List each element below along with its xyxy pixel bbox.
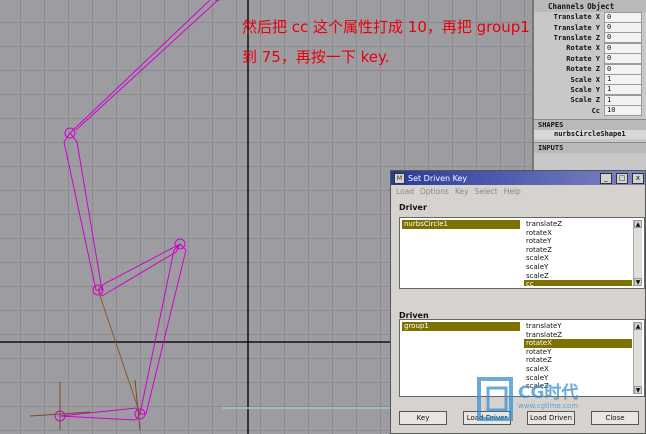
cgtime-watermark: CG时代 www.cgtime.com	[474, 372, 646, 434]
list-item[interactable]: rotateZ	[524, 356, 632, 365]
attribute-row[interactable]: Scale Y 1	[534, 84, 646, 96]
attribute-label: Translate Z	[553, 33, 600, 42]
attribute-value-field[interactable]: 0	[604, 63, 642, 75]
inputs-header: INPUTS	[534, 141, 646, 153]
cgtime-logo-icon	[477, 377, 513, 421]
list-item[interactable]: nurbsCircle1	[402, 220, 520, 229]
driver-label: Driver	[399, 203, 427, 212]
attribute-row[interactable]: Rotate Y 0	[534, 53, 646, 65]
attribute-value-field[interactable]: 0	[604, 42, 642, 54]
watermark-brand: CG时代	[518, 383, 579, 403]
attribute-value-field[interactable]: 0	[604, 11, 642, 23]
menu-key[interactable]: Key	[455, 187, 469, 196]
minimize-icon[interactable]: _	[600, 172, 612, 184]
driver-attribute-list[interactable]: translateZ rotateX rotateY rotateZ scaleX sca…	[524, 220, 632, 286]
watermark-url: www.cgtime.com	[518, 402, 579, 410]
attribute-row[interactable]: Translate Z 0	[534, 32, 646, 44]
scroll-up-icon[interactable]: ▲	[634, 220, 642, 228]
list-item[interactable]: rotateY	[524, 348, 632, 357]
maximize-icon[interactable]: □	[616, 172, 628, 184]
list-item[interactable]: scaleY	[524, 263, 632, 272]
attribute-value-field[interactable]: 10	[604, 105, 642, 117]
attribute-label: Cc	[591, 106, 600, 115]
window-title: Set Driven Key	[408, 173, 468, 183]
menu-load[interactable]: Load	[396, 187, 414, 196]
attribute-value-field[interactable]: 0	[604, 22, 642, 34]
shape-name[interactable]: nurbsCircleShape1	[534, 129, 646, 139]
list-item[interactable]: translateZ	[524, 331, 632, 340]
menu-options[interactable]: Options	[420, 187, 449, 196]
tab-channels[interactable]: Channels	[548, 2, 584, 11]
attribute-value-field[interactable]: 1	[604, 94, 642, 106]
attribute-row[interactable]: Translate Y 0	[534, 22, 646, 34]
attribute-label: Translate Y	[553, 23, 600, 32]
list-item[interactable]: translateY	[524, 322, 632, 331]
attribute-row[interactable]: Scale Z 1	[534, 94, 646, 106]
bone	[63, 132, 103, 291]
attribute-row[interactable]: Rotate Z 0	[534, 63, 646, 75]
bone	[75, 0, 219, 131]
close-icon[interactable]: x	[632, 172, 644, 184]
list-item[interactable]: rotateX	[524, 339, 632, 348]
scroll-down-icon[interactable]: ▼	[634, 278, 642, 286]
attribute-row[interactable]: Scale X 1	[534, 74, 646, 86]
tab-object[interactable]: Object	[587, 2, 614, 11]
attribute-label: Translate X	[553, 13, 600, 22]
list-item[interactable]: scaleZ	[524, 272, 632, 281]
bone	[97, 242, 182, 297]
window-title-bar[interactable]: M Set Driven Key _ □ x	[391, 171, 645, 185]
list-item[interactable]: translateZ	[524, 220, 632, 229]
attribute-value-field[interactable]: 0	[604, 32, 642, 44]
attribute-value-field[interactable]: 1	[604, 74, 642, 86]
attribute-label: Rotate Y	[566, 54, 600, 63]
attribute-value-field[interactable]: 0	[604, 53, 642, 65]
ik-handle-line	[97, 289, 141, 415]
driver-object-list[interactable]: nurbsCircle1	[402, 220, 520, 286]
scroll-up-icon[interactable]: ▲	[634, 322, 642, 330]
bone	[59, 407, 141, 421]
key-button[interactable]: Key	[399, 411, 447, 425]
shapes-header: SHAPES	[534, 118, 646, 130]
maya-icon: M	[394, 172, 405, 184]
attribute-value-field[interactable]: 1	[604, 84, 642, 96]
list-item[interactable]: rotateZ	[524, 246, 632, 255]
attribute-label: Scale X	[570, 75, 600, 84]
menu-help[interactable]: Help	[504, 187, 521, 196]
list-item[interactable]: scaleX	[524, 254, 632, 263]
channel-box-tabs: Channels Object	[534, 0, 646, 12]
attribute-label: Scale Z	[570, 96, 600, 105]
channel-box: Channels Object Translate X 0 Translate Y 0…	[532, 0, 646, 170]
list-item[interactable]: rotateX	[524, 229, 632, 238]
bone	[69, 0, 211, 134]
attribute-label: Rotate X	[566, 44, 600, 53]
driver-scrollbar[interactable]: ▲ ▼	[633, 220, 642, 286]
attribute-row[interactable]: Cc 10	[534, 105, 646, 117]
locator-line	[134, 379, 141, 431]
list-item[interactable]: group1	[402, 322, 520, 331]
menu-select[interactable]: Select	[475, 187, 498, 196]
attribute-row[interactable]: Translate X 0	[534, 11, 646, 23]
attribute-list: Translate X 0 Translate Y 0 Translate Z 0 Rota…	[534, 11, 646, 117]
list-item[interactable]: cc	[524, 280, 632, 286]
menu-bar: Load Options Key Select Help	[391, 185, 645, 198]
attribute-row[interactable]: Rotate X 0	[534, 42, 646, 54]
list-item[interactable]: rotateY	[524, 237, 632, 246]
attribute-label: Rotate Z	[566, 65, 600, 74]
driver-panel: nurbsCircle1 translateZ rotateX rotateY rot…	[399, 217, 645, 289]
attribute-label: Scale Y	[570, 85, 600, 94]
